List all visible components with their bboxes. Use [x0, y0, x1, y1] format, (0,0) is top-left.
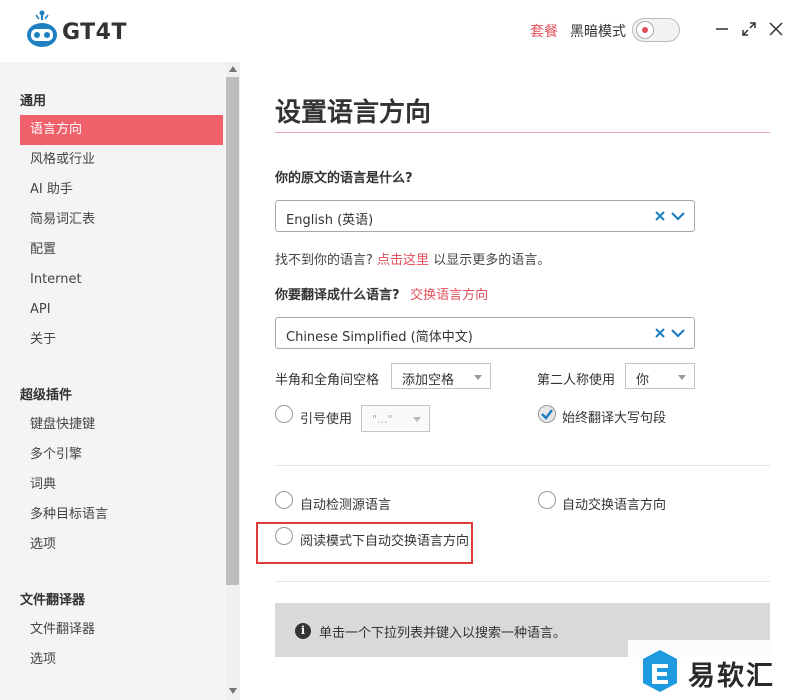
watermark-text: 易软汇: [688, 661, 775, 692]
sidebar-item-api[interactable]: API: [20, 295, 223, 325]
spacing-value: 添加空格: [402, 373, 455, 388]
show-more-languages-link[interactable]: 点击这里: [377, 253, 429, 268]
section-divider-2: [275, 581, 770, 582]
source-language-select[interactable]: English (英语): [275, 200, 695, 232]
sidebar-group-file-translator: 文件翻译器: [20, 593, 86, 608]
sidebar-item-glossary[interactable]: 简易词汇表: [20, 205, 223, 235]
sidebar-scroll-thumb[interactable]: [226, 77, 239, 585]
title-bar: GT4T 套餐 黑暗模式: [0, 0, 805, 62]
help-text: 找不到你的语言? 点击这里 以显示更多的语言。: [275, 249, 550, 268]
dark-mode-toggle[interactable]: [632, 18, 680, 42]
sidebar: 通用 语言方向 风格或行业 AI 助手 简易词汇表 配置 Internet AP…: [0, 62, 240, 700]
quote-select[interactable]: "...": [361, 405, 430, 432]
toggle-dot: [642, 27, 648, 33]
source-language-question: 你的原文的语言是什么?: [275, 171, 413, 186]
sidebar-item-dictionary[interactable]: 词典: [20, 470, 223, 500]
second-person-value: 你: [636, 373, 650, 388]
info-text: 单击一个下拉列表并键入以搜索一种语言。: [319, 626, 567, 641]
chevron-down-icon[interactable]: [670, 210, 686, 222]
chevron-down-icon[interactable]: [670, 327, 686, 339]
sidebar-item-target-languages[interactable]: 多种目标语言: [20, 500, 223, 530]
quote-radio[interactable]: [275, 405, 293, 423]
highlight-annotation: [256, 522, 473, 564]
target-language-select[interactable]: Chinese Simplified (简体中文): [275, 317, 695, 349]
sidebar-item-engines[interactable]: 多个引擎: [20, 440, 223, 470]
second-person-label: 第二人称使用: [537, 373, 616, 388]
robot-icon: [27, 10, 57, 47]
capitalize-label: 始终翻译大写句段: [562, 411, 667, 426]
auto-detect-radio[interactable]: [275, 491, 293, 509]
help-prefix: 找不到你的语言?: [275, 253, 373, 268]
caret-down-icon: [413, 417, 421, 422]
spacing-select[interactable]: 添加空格: [391, 363, 491, 389]
swap-direction-link[interactable]: 交换语言方向: [410, 288, 488, 303]
sidebar-item-about[interactable]: 关于: [20, 325, 223, 355]
target-language-question: 你要翻译成什么语言? 交换语言方向: [275, 284, 488, 303]
target-question-text: 你要翻译成什么语言?: [275, 288, 400, 303]
sidebar-item-shortcuts[interactable]: 键盘快捷键: [20, 410, 223, 440]
sidebar-item-plugin-options[interactable]: 选项: [20, 530, 223, 560]
target-language-value: Chinese Simplified (简体中文): [286, 330, 473, 345]
source-language-value: English (英语): [286, 213, 374, 228]
help-suffix: 以显示更多的语言。: [433, 253, 551, 268]
scroll-down-icon[interactable]: [228, 687, 238, 695]
checkmark-icon: [541, 409, 553, 420]
spacing-label: 半角和全角间空格: [275, 373, 380, 388]
sidebar-item-config[interactable]: 配置: [20, 235, 223, 265]
close-icon: [769, 22, 783, 36]
maximize-button[interactable]: [738, 18, 760, 40]
sidebar-item-style[interactable]: 风格或行业: [20, 145, 223, 175]
clear-icon[interactable]: [654, 326, 666, 340]
toggle-knob: [636, 21, 654, 39]
capitalize-checkbox[interactable]: [538, 405, 556, 423]
page-title: 设置语言方向: [275, 98, 432, 128]
watermark-logo-icon: [643, 650, 677, 692]
quote-value: "...": [372, 413, 393, 426]
close-button[interactable]: [765, 18, 787, 40]
auto-swap-label: 自动交换语言方向: [562, 498, 667, 513]
clear-icon[interactable]: [654, 209, 666, 223]
sidebar-item-language-direction[interactable]: 语言方向: [20, 115, 223, 145]
minimize-icon: [716, 28, 728, 30]
quote-label: 引号使用: [300, 412, 353, 427]
dark-mode-label: 黑暗模式: [570, 24, 626, 40]
title-divider: [275, 132, 770, 133]
info-icon: i: [295, 623, 311, 639]
auto-detect-label: 自动检测源语言: [300, 498, 392, 513]
expand-icon: [742, 22, 756, 36]
section-divider: [275, 465, 770, 466]
plan-link[interactable]: 套餐: [530, 21, 558, 41]
auto-swap-radio[interactable]: [538, 491, 556, 509]
logo-text: GT4T: [62, 20, 127, 45]
main-panel: 设置语言方向 你的原文的语言是什么? English (英语) 找不到你的语言?…: [240, 62, 805, 700]
sidebar-item-file-translator[interactable]: 文件翻译器: [20, 615, 223, 645]
second-person-select[interactable]: 你: [625, 363, 695, 389]
scroll-up-icon[interactable]: [228, 65, 238, 73]
sidebar-item-file-options[interactable]: 选项: [20, 645, 223, 675]
minimize-button[interactable]: [711, 18, 733, 40]
app-logo: GT4T: [24, 8, 134, 52]
sidebar-group-general: 通用: [20, 94, 47, 109]
sidebar-item-internet[interactable]: Internet: [20, 265, 223, 295]
sidebar-item-ai-assistant[interactable]: AI 助手: [20, 175, 223, 205]
sidebar-group-super-plugins: 超级插件: [20, 388, 73, 403]
caret-down-icon: [474, 375, 482, 380]
watermark: 易软汇: [628, 640, 805, 700]
caret-down-icon: [678, 375, 686, 380]
